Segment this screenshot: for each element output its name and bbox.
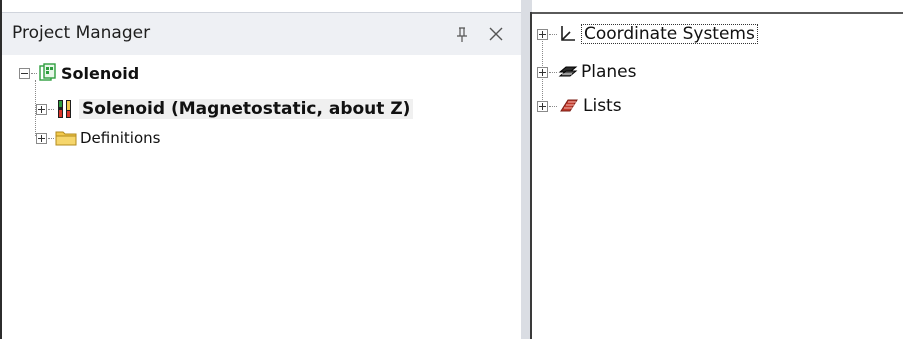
expand-icon[interactable] xyxy=(537,66,548,78)
model-icon xyxy=(55,98,75,120)
project-manager-title: Project Manager xyxy=(12,23,151,43)
tree-node-root[interactable]: Solenoid xyxy=(19,59,142,87)
tree-node-label: Planes xyxy=(581,62,637,82)
tree-node-definitions[interactable]: Definitions xyxy=(36,124,163,152)
tree-node-label: Solenoid (Magnetostatic, about Z) xyxy=(79,99,414,119)
expand-icon[interactable] xyxy=(36,132,47,144)
tree-node-label: Coordinate Systems xyxy=(581,24,758,44)
project-manager-panel: Project Manager Solenoid Solenoid (Magne… xyxy=(0,0,521,339)
project-icon xyxy=(38,63,58,83)
project-manager-header: Project Manager xyxy=(2,12,521,55)
tree-node-lists[interactable]: Lists xyxy=(537,92,625,120)
tree-node-label: Lists xyxy=(583,96,622,116)
expand-icon[interactable] xyxy=(537,100,548,112)
coordinate-system-icon xyxy=(558,24,578,44)
pane-splitter[interactable] xyxy=(521,0,532,339)
lists-icon xyxy=(558,97,580,115)
tree-node-label: Definitions xyxy=(80,129,161,147)
tree-node-model[interactable]: Solenoid (Magnetostatic, about Z) xyxy=(36,95,414,123)
expand-icon[interactable] xyxy=(537,28,548,40)
collapse-icon[interactable] xyxy=(19,67,30,79)
expand-icon[interactable] xyxy=(36,103,47,115)
tree-node-label: Solenoid xyxy=(61,63,140,83)
project-tree: Solenoid Solenoid (Magnetostatic, about … xyxy=(2,56,521,339)
pin-icon[interactable] xyxy=(454,25,470,45)
object-tree-panel: Coordinate Systems Planes Lists xyxy=(532,12,903,339)
tree-node-planes[interactable]: Planes xyxy=(537,58,639,86)
planes-icon xyxy=(558,63,578,81)
folder-icon xyxy=(55,129,77,147)
close-icon[interactable] xyxy=(486,24,506,44)
tree-node-coordinate-systems[interactable]: Coordinate Systems xyxy=(537,20,758,48)
